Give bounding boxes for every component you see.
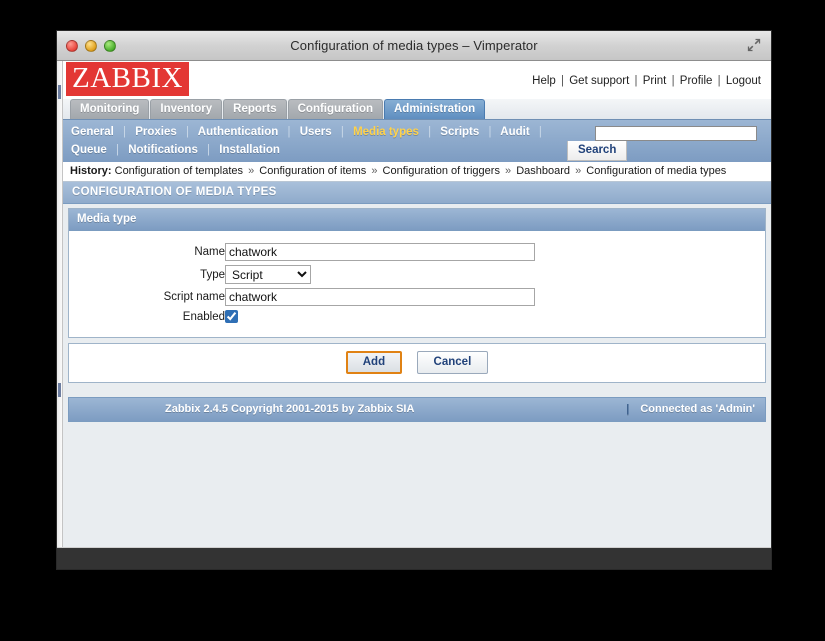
- media-type-panel: Media type Name Type: [68, 208, 766, 338]
- cancel-button[interactable]: Cancel: [416, 351, 489, 374]
- subnav-separator: |: [186, 126, 189, 138]
- history-arrow: »: [371, 165, 378, 177]
- form-row-name: Name: [69, 241, 535, 263]
- search-button[interactable]: Search: [567, 141, 628, 161]
- footer-copyright: Zabbix 2.4.5 Copyright 2001-2015 by Zabb…: [165, 403, 415, 415]
- close-button[interactable]: [66, 39, 78, 52]
- window-title: Configuration of media types – Vimperato…: [290, 38, 538, 53]
- subnav-separator: |: [488, 126, 492, 138]
- scroll-thumb-upper[interactable]: [58, 85, 61, 99]
- subnav-item-scripts[interactable]: Scripts: [440, 126, 479, 138]
- tab-configuration[interactable]: Configuration: [287, 99, 383, 119]
- subnav-separator: |: [428, 126, 432, 138]
- subnav-separator: |: [287, 126, 291, 138]
- tab-administration[interactable]: Administration: [384, 99, 486, 119]
- subnav-item-general[interactable]: General: [71, 126, 114, 138]
- footer-right: | Connected as 'Admin': [618, 403, 755, 415]
- subnav-item-authentication[interactable]: Authentication: [198, 126, 279, 138]
- form-button-bar: Add Cancel: [68, 343, 766, 383]
- link-get-support[interactable]: Get support: [569, 75, 629, 87]
- subnav-item-audit[interactable]: Audit: [500, 126, 529, 138]
- link-print[interactable]: Print: [643, 75, 667, 87]
- panel-body: Name Type EmailScriptSMSJabberEz Texting: [69, 231, 765, 337]
- subnav-separator-trailing: |: [538, 126, 542, 138]
- search-input[interactable]: [595, 125, 757, 141]
- subnav-item-media-types[interactable]: Media types: [353, 126, 419, 138]
- form-row-enabled: Enabled: [69, 308, 535, 325]
- subnav-separator: |: [123, 126, 127, 138]
- footer-separator: |: [626, 403, 630, 415]
- page-title: CONFIGURATION OF MEDIA TYPES: [63, 182, 771, 204]
- zabbix-logo[interactable]: ZABBIX: [66, 62, 189, 96]
- type-select[interactable]: EmailScriptSMSJabberEz Texting: [225, 265, 311, 284]
- link-profile[interactable]: Profile: [680, 75, 713, 87]
- script-name-input[interactable]: [225, 288, 535, 306]
- history-item-triggers[interactable]: Configuration of triggers: [383, 165, 500, 177]
- window-titlebar: Configuration of media types – Vimperato…: [57, 31, 771, 61]
- history-arrow: »: [505, 165, 512, 177]
- tab-monitoring[interactable]: Monitoring: [70, 99, 150, 119]
- minimize-button[interactable]: [85, 39, 97, 52]
- name-input[interactable]: [225, 243, 535, 261]
- browser-content: ZABBIX Help | Get support | Print | Prof…: [57, 61, 771, 569]
- tab-reports[interactable]: Reports: [223, 99, 287, 119]
- link-separator: |: [634, 75, 638, 87]
- history-item-items[interactable]: Configuration of items: [259, 165, 366, 177]
- header-links: Help | Get support | Print | Profile | L…: [532, 75, 761, 87]
- history-label: History:: [70, 165, 112, 177]
- link-help[interactable]: Help: [532, 75, 556, 87]
- history-arrow: »: [248, 165, 255, 177]
- subnav-item-queue[interactable]: Queue: [71, 144, 107, 156]
- enabled-checkbox[interactable]: [225, 310, 238, 323]
- vimperator-statusbar[interactable]: [57, 547, 771, 569]
- form-row-script-name: Script name: [69, 286, 535, 308]
- history-item-dashboard[interactable]: Dashboard: [516, 165, 570, 177]
- connected-as-label: Connected as 'Admin': [640, 403, 755, 415]
- link-separator: |: [717, 75, 721, 87]
- link-separator: |: [671, 75, 675, 87]
- zabbix-header: ZABBIX Help | Get support | Print | Prof…: [63, 61, 771, 99]
- fullscreen-expand-icon[interactable]: [746, 37, 762, 53]
- label-name: Name: [194, 246, 225, 258]
- main-tabbar: Monitoring Inventory Reports Configurati…: [63, 99, 771, 119]
- history-item-templates[interactable]: Configuration of templates: [115, 165, 243, 177]
- media-type-form: Name Type EmailScriptSMSJabberEz Texting: [69, 241, 535, 325]
- search-area: Search: [567, 123, 757, 161]
- subnav-separator: |: [207, 144, 211, 156]
- tab-inventory[interactable]: Inventory: [150, 99, 223, 119]
- panel-header: Media type: [69, 209, 765, 231]
- page-footer: Zabbix 2.4.5 Copyright 2001-2015 by Zabb…: [68, 397, 766, 422]
- form-area: Media type Name Type: [63, 204, 771, 338]
- link-logout[interactable]: Logout: [726, 75, 761, 87]
- label-script-name: Script name: [163, 291, 225, 303]
- sub-navigation: General | Proxies | Authentication | Use…: [63, 119, 771, 162]
- subnav-separator: |: [340, 126, 344, 138]
- link-separator: |: [561, 75, 565, 87]
- window-controls: [57, 39, 116, 52]
- breadcrumb: History: Configuration of templates » Co…: [63, 162, 771, 182]
- form-row-type: Type EmailScriptSMSJabberEz Texting: [69, 263, 535, 286]
- history-item-media-types[interactable]: Configuration of media types: [586, 165, 726, 177]
- page-blank-area: [63, 457, 771, 548]
- add-button[interactable]: Add: [345, 351, 403, 374]
- history-arrow: »: [575, 165, 582, 177]
- label-type: Type: [200, 268, 225, 281]
- subnav-item-notifications[interactable]: Notifications: [128, 144, 198, 156]
- maximize-button[interactable]: [104, 39, 116, 52]
- subnav-separator: |: [116, 144, 119, 156]
- label-enabled: Enabled: [182, 310, 225, 323]
- browser-window: Configuration of media types – Vimperato…: [56, 30, 772, 570]
- subnav-row-2: Queue | Notifications | Installation: [71, 141, 771, 159]
- subnav-item-installation[interactable]: Installation: [219, 144, 280, 156]
- zabbix-page: ZABBIX Help | Get support | Print | Prof…: [63, 61, 771, 548]
- subnav-item-users[interactable]: Users: [300, 126, 332, 138]
- scroll-thumb-lower[interactable]: [58, 383, 61, 397]
- subnav-item-proxies[interactable]: Proxies: [135, 126, 177, 138]
